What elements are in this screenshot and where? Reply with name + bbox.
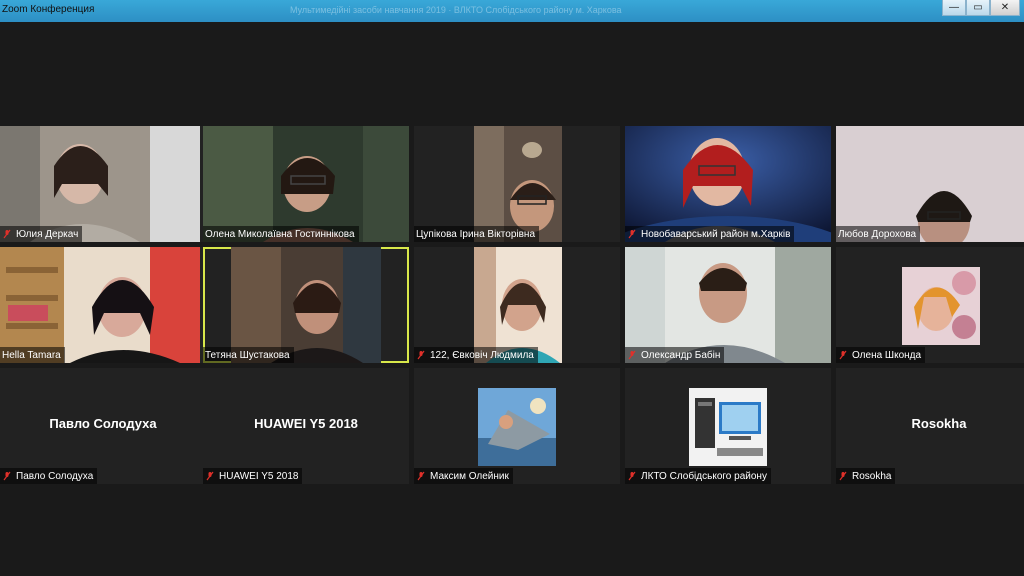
- participant-name: Любов Дорохова: [838, 228, 917, 240]
- participant-name: Новобаварський район м.Харків: [641, 228, 791, 240]
- participant-video: [474, 126, 562, 242]
- participant-display-name: Rosokha: [911, 416, 967, 431]
- participant-name-label: Rosokha: [836, 468, 896, 484]
- participant-video: [836, 126, 1024, 242]
- participant-name: Цупікова Ірина Вікторівна: [416, 228, 535, 240]
- participant-tile[interactable]: Олександр Бабін: [625, 247, 831, 363]
- window-title: Zoom Конференция: [2, 4, 95, 15]
- muted-mic-icon: [628, 471, 636, 481]
- participant-tile[interactable]: Цупікова Ірина Вікторівна: [414, 126, 620, 242]
- muted-mic-icon: [3, 471, 11, 481]
- participant-tile[interactable]: Юлия Деркач: [0, 126, 206, 242]
- participant-name-label: Олена Миколаївна Гостиннікова: [203, 226, 359, 242]
- participant-name-label: HUAWEI Y5 2018: [203, 468, 303, 484]
- meeting-topic: Мультимедійні засоби навчання 2019 · ВЛК…: [290, 5, 622, 15]
- participant-display-name: HUAWEI Y5 2018: [254, 416, 358, 431]
- muted-mic-icon: [3, 229, 11, 239]
- participant-name-label: Олександр Бабін: [625, 347, 725, 363]
- participant-name: Rosokha: [852, 470, 892, 482]
- participant-name-label: Павло Солодуха: [0, 468, 98, 484]
- muted-mic-icon: [839, 471, 847, 481]
- participant-name: Олена Миколаївна Гостиннікова: [205, 228, 355, 240]
- participant-video: [231, 247, 381, 363]
- participant-video: [625, 247, 831, 363]
- participant-name: ЛКТО Слобідського району: [641, 470, 767, 482]
- participant-tile[interactable]: Rosokha Rosokha: [836, 368, 1024, 484]
- muted-mic-icon: [628, 229, 636, 239]
- participant-tile[interactable]: Олена Миколаївна Гостиннікова: [203, 126, 409, 242]
- participant-tile[interactable]: 122, Євковіч Людмила: [414, 247, 620, 363]
- participant-name-label: Максим Олейник: [414, 468, 513, 484]
- participant-tile[interactable]: Новобаварський район м.Харків: [625, 126, 831, 242]
- participant-name-label: Цупікова Ірина Вікторівна: [414, 226, 539, 242]
- participant-tile[interactable]: HUAWEI Y5 2018 HUAWEI Y5 2018: [203, 368, 409, 484]
- participant-tile[interactable]: Максим Олейник: [414, 368, 620, 484]
- muted-mic-icon: [839, 350, 847, 360]
- participant-name-label: Тетяна Шустакова: [203, 347, 294, 363]
- participant-name: HUAWEI Y5 2018: [219, 470, 299, 482]
- participant-video: [0, 126, 200, 242]
- close-button[interactable]: ✕: [990, 0, 1020, 16]
- participant-name-label: Любов Дорохова: [836, 226, 921, 242]
- participant-name-label: Новобаварський район м.Харків: [625, 226, 795, 242]
- participant-avatar: [689, 388, 767, 466]
- participant-tile-active-speaker[interactable]: Тетяна Шустакова: [203, 247, 409, 363]
- muted-mic-icon: [628, 350, 636, 360]
- participant-tile[interactable]: Любов Дорохова: [836, 126, 1024, 242]
- participant-video: [625, 126, 831, 242]
- participant-video: [203, 126, 409, 242]
- participant-avatar: [902, 267, 980, 345]
- participant-tile[interactable]: ЛКТО Слобідського району: [625, 368, 831, 484]
- participant-tile[interactable]: Павло Солодуха Павло Солодуха: [0, 368, 206, 484]
- window-titlebar: Zoom Конференция Мультимедійні засоби на…: [0, 0, 1024, 22]
- participant-name-label: 122, Євковіч Людмила: [414, 347, 538, 363]
- participant-tile[interactable]: Олена Шконда: [836, 247, 1024, 363]
- participant-name: Максим Олейник: [430, 470, 509, 482]
- participant-avatar: [478, 388, 556, 466]
- maximize-button[interactable]: ▭: [966, 0, 990, 16]
- participant-video: [0, 247, 200, 363]
- participant-tile[interactable]: Hella Tamara: [0, 247, 206, 363]
- participant-name-label: ЛКТО Слобідського району: [625, 468, 771, 484]
- participant-name: Hella Tamara: [2, 349, 61, 361]
- participant-name-label: Юлия Деркач: [0, 226, 83, 242]
- muted-mic-icon: [417, 471, 425, 481]
- participant-name-label: Олена Шконда: [836, 347, 926, 363]
- participant-name: Олександр Бабін: [641, 349, 721, 361]
- participant-name-label: Hella Tamara: [0, 347, 65, 363]
- participant-display-name: Павло Солодуха: [49, 416, 157, 431]
- participant-name: 122, Євковіч Людмила: [430, 349, 534, 361]
- muted-mic-icon: [417, 350, 425, 360]
- minimize-button[interactable]: —: [942, 0, 966, 16]
- participant-video: [474, 247, 562, 363]
- participant-name: Юлия Деркач: [16, 228, 79, 240]
- participant-name: Павло Солодуха: [16, 470, 94, 482]
- muted-mic-icon: [206, 471, 214, 481]
- participant-name: Олена Шконда: [852, 349, 922, 361]
- participant-name: Тетяна Шустакова: [205, 349, 290, 361]
